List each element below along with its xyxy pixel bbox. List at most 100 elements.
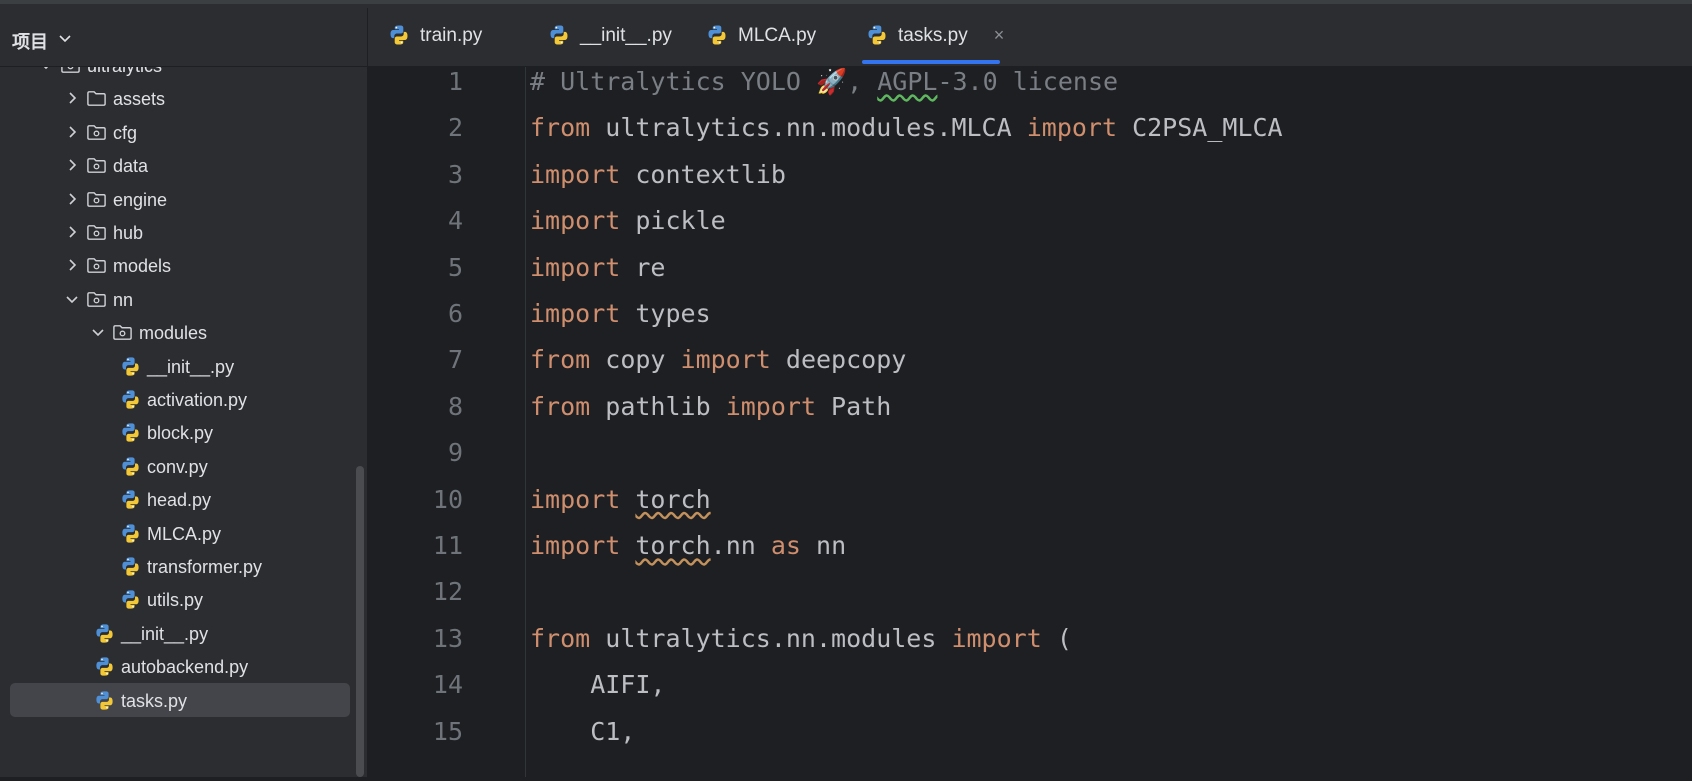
tree-item[interactable]: conv.py [10,449,350,483]
tree-item[interactable]: MLCA.py [10,516,350,550]
tree-item-label: ultralytics [87,67,162,77]
tree-item[interactable]: data [10,148,350,182]
tree-item[interactable]: transformer.py [10,549,350,583]
code-line[interactable]: import torch.nn as nn [530,531,846,560]
python-file-icon [122,390,139,409]
tab-tasks-py[interactable]: tasks.py × [846,4,1014,66]
tree-item[interactable]: cfg [10,115,350,149]
tree-item[interactable]: models [10,248,350,282]
tree-item[interactable]: hub [10,215,350,249]
code-editor[interactable]: 1 # Ultralytics YOLO 🚀, AGPL-3.0 license 2… [368,67,1692,777]
code-token: import [530,159,621,189]
tree-item[interactable]: block.py [10,415,350,449]
tree-item-label: cfg [113,122,138,143]
code-token: AIFI, [530,670,666,700]
code-token: copy [590,345,681,375]
chevron-down-icon[interactable] [90,324,106,340]
code-token: torch [635,531,711,560]
code-line[interactable]: from pathlib import Path [530,392,891,421]
sidebar-scrollbar[interactable] [356,466,364,777]
tree-item[interactable]: tasks.py [10,682,350,717]
code-token: Path [816,391,892,421]
package-icon [87,258,106,274]
code-token: from [530,391,591,421]
code-line[interactable]: import contextlib [530,160,786,189]
package-icon [87,225,106,240]
chevron-right-icon[interactable] [64,90,80,106]
tree-item[interactable]: activation.py [10,382,350,416]
tree-item[interactable]: assets [10,81,350,115]
line-number: 14 [432,670,463,700]
line-number: 5 [447,252,463,282]
code-line[interactable]: from ultralytics.nn.modules import ( [530,624,1072,653]
code-line[interactable]: from ultralytics.nn.modules.MLCA import … [530,113,1283,142]
line-number: 1 [447,67,463,96]
code-token: -3.0 license [937,67,1119,96]
package-icon [87,124,106,140]
code-line[interactable]: import re [530,253,665,282]
tree-item[interactable]: modules [10,315,350,349]
tree-item[interactable]: utils.py [10,582,350,616]
tree-item[interactable]: __init__.py [10,616,350,650]
chevron-right-icon[interactable] [64,257,80,273]
tab-label: MLCA.py [738,25,817,46]
tree-item[interactable]: engine [10,182,350,216]
chevron-down-icon[interactable] [57,30,73,46]
python-file-icon [708,25,726,45]
chevron-right-icon[interactable] [64,157,80,173]
tab-train-py[interactable]: train.py [368,4,518,66]
project-panel-header: 项目 [0,4,368,67]
code-token: # Ultralytics YOLO 🚀, [530,67,878,96]
tree-item-label: __init__.py [147,356,235,377]
line-number: 9 [447,438,463,468]
package-icon [87,191,106,207]
chevron-right-icon[interactable] [64,224,80,240]
tree-item-label: hub [113,223,144,243]
code-token: from [530,345,591,375]
line-number: 10 [432,484,463,514]
chevron-right-icon[interactable] [64,191,80,207]
line-number: 11 [432,531,463,560]
chevron-down-icon[interactable] [38,67,54,73]
tree-item-label: MLCA.py [147,523,222,544]
python-file-icon [122,457,139,476]
code-line[interactable]: AIFI, [530,670,665,699]
editor-tab-bar: train.py __init__.py MLCA.py tasks.py × [368,4,1692,67]
code-line[interactable]: import torch [530,485,711,514]
code-token: re [620,252,666,282]
tree-item[interactable]: ultralytics [10,67,350,82]
tree-item[interactable]: autobackend.py [10,649,350,683]
code-token: import [951,623,1042,653]
code-line[interactable]: import pickle [530,206,726,235]
code-token: import [1026,113,1118,143]
code-token: C1, [530,716,636,746]
line-number: 7 [447,345,463,375]
package-icon [87,291,106,307]
python-file-icon [550,25,568,45]
chevron-down-icon[interactable] [64,291,80,307]
code-token: import [680,345,771,375]
tree-item[interactable]: __init__.py [10,349,350,383]
code-line[interactable]: C1, [530,717,635,746]
tree-item-label: assets [113,89,166,110]
line-number: 6 [447,299,463,328]
tab-init-py[interactable]: __init__.py [528,4,678,66]
tab-mlca-py[interactable]: MLCA.py [686,4,836,66]
python-file-icon [122,524,139,543]
tree-item-label: conv.py [147,456,208,477]
code-line[interactable]: # Ultralytics YOLO 🚀, AGPL-3.0 license [530,67,1118,97]
project-panel-title[interactable]: 项目 [12,28,48,54]
line-number: 12 [432,577,463,607]
tree-item-label: activation.py [147,390,248,410]
tree-item[interactable]: head.py [10,482,350,516]
package-icon [87,158,106,174]
python-file-icon [122,423,139,442]
code-line[interactable]: import types [530,299,711,328]
chevron-right-icon[interactable] [64,124,80,140]
close-tab-icon[interactable]: × [990,26,1008,44]
code-line[interactable]: from copy import deepcopy [530,345,906,374]
code-token: nn [800,531,847,560]
tab-label: tasks.py [898,25,968,46]
tree-item[interactable]: nn [10,282,350,316]
